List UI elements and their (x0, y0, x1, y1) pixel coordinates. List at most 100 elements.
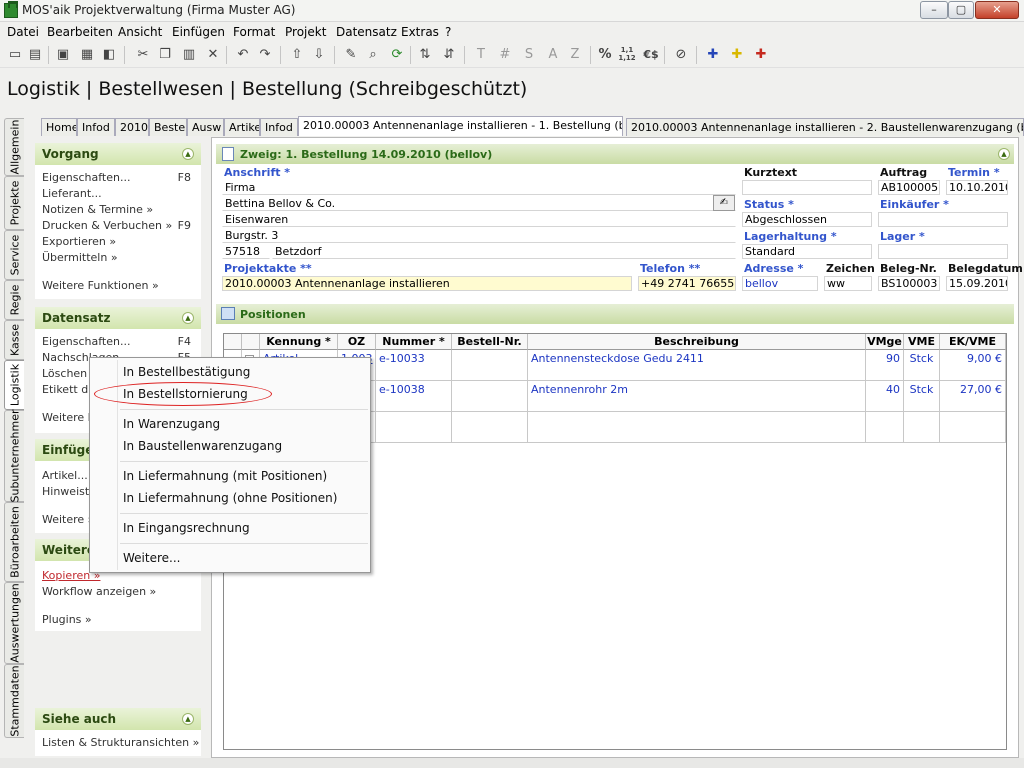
minimize-button[interactable]: – (920, 1, 948, 19)
panel-header[interactable]: Siehe auch ▲ (35, 708, 201, 730)
puzzle-blue-icon[interactable]: ✚ (704, 46, 722, 64)
new-icon[interactable]: ▭ (6, 46, 24, 64)
refresh-icon[interactable]: ⟳ (388, 46, 406, 64)
move-down-icon[interactable]: ⇩ (310, 46, 328, 64)
s-icon[interactable]: S (520, 46, 538, 64)
table-cell[interactable]: 90 (866, 350, 904, 381)
auftrag-field[interactable]: AB100005 (878, 180, 940, 195)
paste-icon[interactable]: ▥ (180, 46, 198, 64)
vtab-auswertungen[interactable]: Auswertungen (4, 582, 24, 664)
table-cell[interactable] (528, 412, 866, 443)
close-button[interactable]: ✕ (975, 1, 1019, 19)
col-vme[interactable]: VME (904, 334, 940, 350)
menu-item-bestellstornierung[interactable]: In Bestellstornierung (123, 387, 248, 401)
currency-icon[interactable]: €$ (642, 46, 660, 64)
anschrift-line-4[interactable]: Burgstr. 3 (222, 228, 736, 243)
delete-icon[interactable]: ✕ (204, 46, 222, 64)
table-cell[interactable] (376, 412, 452, 443)
link-exportieren[interactable]: Exportieren » (42, 235, 116, 248)
menu-format[interactable]: Format (233, 25, 275, 39)
table-cell[interactable] (452, 381, 528, 412)
link-weitere[interactable]: Weitere F (42, 411, 94, 424)
collapse-icon[interactable]: ▲ (182, 312, 194, 324)
menu-item-bestellbestaetigung[interactable]: In Bestellbestätigung (123, 365, 250, 379)
table-cell[interactable] (452, 412, 528, 443)
anschrift-line-2[interactable]: Bettina Bellov & Co. (222, 196, 736, 211)
percent-icon[interactable]: % (596, 46, 614, 64)
table-cell[interactable] (452, 350, 528, 381)
table-cell[interactable]: 40 (866, 381, 904, 412)
tab-bestellung[interactable]: 2010.00003 Antennenanlage installieren -… (298, 116, 623, 136)
open-icon[interactable]: ▤ (26, 46, 44, 64)
einkaeufer-field[interactable] (878, 212, 1008, 227)
tab-2010[interactable]: 2010 (115, 118, 149, 136)
link-plugins[interactable]: Plugins » (42, 613, 92, 626)
puzzle-yellow-icon[interactable]: ✚ (728, 46, 746, 64)
menu-item-warenzugang[interactable]: In Warenzugang (123, 417, 220, 431)
tab-infod-2[interactable]: Infod (260, 118, 298, 136)
belegdatum-field[interactable]: 15.09.2010 (946, 276, 1008, 291)
col-nummer[interactable]: Nummer * (376, 334, 452, 350)
vtab-logistik[interactable]: Logistik (4, 360, 24, 410)
tab-infod-1[interactable]: Infod (77, 118, 115, 136)
menu-einfuegen[interactable]: Einfügen (172, 25, 225, 39)
menu-datensatz[interactable]: Datensatz (336, 25, 397, 39)
tab-artike[interactable]: Artike (224, 118, 260, 136)
menu-projekt[interactable]: Projekt (285, 25, 326, 39)
link-workflow[interactable]: Workflow anzeigen » (42, 585, 156, 598)
vtab-service[interactable]: Service (4, 230, 24, 280)
tab-beste[interactable]: Beste (149, 118, 187, 136)
lagerhaltung-field[interactable]: Standard (742, 244, 872, 259)
link-eigenschaften[interactable]: Eigenschaften... (42, 335, 130, 348)
ort-field[interactable]: Betzdorf (272, 244, 736, 259)
text-icon[interactable]: T (472, 46, 490, 64)
table-cell[interactable]: e-10033 (376, 350, 452, 381)
telefon-field[interactable]: +49 2741 76655 (638, 276, 736, 291)
adresse-field[interactable]: bellov (742, 276, 818, 291)
hash-icon[interactable]: # (496, 46, 514, 64)
menu-item-liefermahnung-ohne[interactable]: In Liefermahnung (ohne Positionen) (123, 491, 337, 505)
table-cell[interactable]: 9,00 € (940, 350, 1006, 381)
maximize-button[interactable]: ▢ (948, 1, 974, 19)
search-icon[interactable]: ⌕ (364, 46, 382, 64)
menu-help[interactable]: ? (445, 25, 451, 39)
address-book-icon[interactable]: ✍ (713, 195, 735, 211)
anschrift-line-1[interactable]: Firma (222, 180, 736, 195)
redo-icon[interactable]: ↷ (256, 46, 274, 64)
vtab-kasse[interactable]: Kasse (4, 320, 24, 360)
menu-datei[interactable]: Datei (7, 25, 39, 39)
sort-desc-icon[interactable]: ⇵ (440, 46, 458, 64)
table-cell[interactable] (940, 412, 1006, 443)
print-icon[interactable]: ▦ (78, 46, 96, 64)
table-cell[interactable]: Antennenrohr 2m (528, 381, 866, 412)
a-icon[interactable]: A (544, 46, 562, 64)
link-weitere-funktionen[interactable]: Weitere Funktionen » (42, 279, 159, 292)
vtab-allgemein[interactable]: Allgemein (4, 118, 24, 176)
anschrift-line-3[interactable]: Eisenwaren (222, 212, 736, 227)
menu-bearbeiten[interactable]: Bearbeiten (47, 25, 113, 39)
link-artikel[interactable]: Artikel... (42, 469, 88, 482)
vtab-regie[interactable]: Regie (4, 280, 24, 320)
link-uebermitteln[interactable]: Übermitteln » (42, 251, 118, 264)
col-oz[interactable]: OZ (338, 334, 376, 350)
puzzle-red-icon[interactable]: ✚ (752, 46, 770, 64)
table-cell[interactable]: 27,00 € (940, 381, 1006, 412)
table-cell[interactable] (904, 412, 940, 443)
col-bestellnr[interactable]: Bestell-Nr. (452, 334, 528, 350)
collapse-icon[interactable]: ▲ (998, 148, 1010, 160)
link-hinweistext[interactable]: Hinweiste (42, 485, 96, 498)
properties-icon[interactable]: ◧ (100, 46, 118, 64)
tab-ausw[interactable]: Ausw (187, 118, 224, 136)
link-drucken[interactable]: Drucken & Verbuchen » (42, 219, 172, 232)
menu-ansicht[interactable]: Ansicht (118, 25, 162, 39)
undo-icon[interactable]: ↶ (234, 46, 252, 64)
vtab-projekte[interactable]: Projekte (4, 176, 24, 230)
filter-icon[interactable]: ⊘ (672, 46, 690, 64)
link-notizen[interactable]: Notizen & Termine » (42, 203, 153, 216)
copy-icon[interactable]: ❐ (156, 46, 174, 64)
tab-home[interactable]: Home (41, 118, 77, 136)
vtab-subunternehmer[interactable]: Subunternehmer (4, 409, 24, 503)
col-beschreibung[interactable]: Beschreibung (528, 334, 866, 350)
menu-item-liefermahnung-mit[interactable]: In Liefermahnung (mit Positionen) (123, 469, 327, 483)
vtab-bueroarbeiten[interactable]: Büroarbeiten (4, 502, 24, 582)
